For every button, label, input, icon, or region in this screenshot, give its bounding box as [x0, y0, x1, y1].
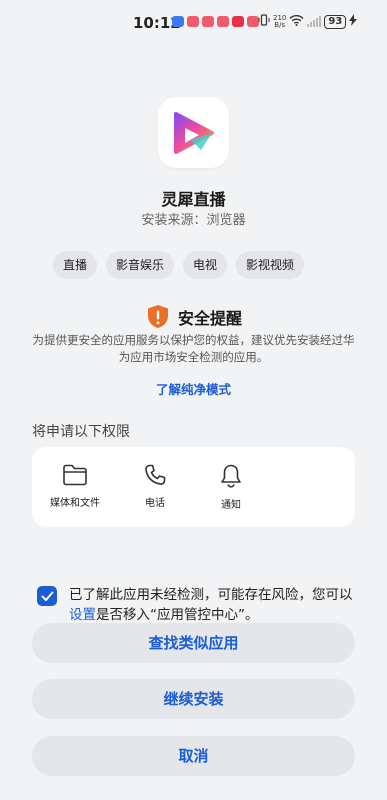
risk-acknowledgement: 已了解此应用未经检测，可能存在风险，您可以设置是否移入“应用管控中心”。 — [37, 585, 357, 625]
permission-phone[interactable]: 电话 — [123, 463, 187, 509]
signal-icon — [307, 16, 322, 27]
app-name: 灵犀直播 — [161, 190, 226, 209]
notification-icons — [172, 16, 259, 27]
app-notification-icon — [202, 16, 214, 27]
acknowledge-text-after: 是否移入“应用管控中心”。 — [96, 607, 259, 623]
install-source: 安装来源：浏览器 — [141, 213, 246, 228]
acknowledge-text-before: 已了解此应用未经检测，可能存在风险，您可以 — [69, 587, 353, 603]
net-speed-unit: B/s — [274, 20, 286, 29]
permissions-card: 媒体和文件 电话 通知 — [32, 447, 355, 527]
play-logo-icon — [173, 111, 214, 154]
status-right: 210 B/s 93 — [258, 14, 358, 29]
app-notification-icon — [232, 16, 244, 27]
permission-label: 电话 — [145, 498, 165, 509]
safety-title: 安全提醒 — [178, 308, 243, 328]
battery-indicator: 93 — [324, 14, 347, 29]
permission-media-files[interactable]: 媒体和文件 — [43, 463, 107, 509]
permission-label: 通知 — [221, 500, 241, 511]
tag-item: 影视视频 — [236, 251, 305, 279]
permission-label: 媒体和文件 — [50, 498, 100, 509]
status-bar: 10:12 210 B/s 93 — [0, 0, 387, 40]
folder-icon — [63, 464, 87, 486]
app-notification-icon — [187, 16, 199, 27]
app-notification-icon — [217, 16, 229, 27]
learn-pure-mode-link[interactable]: 了解纯净模式 — [0, 379, 387, 398]
shield-alert-icon — [148, 305, 168, 328]
app-notification-icon — [172, 16, 184, 27]
acknowledge-checkbox[interactable] — [37, 586, 57, 606]
app-tags: 直播 影音娱乐 电视 影视视频 — [53, 251, 305, 279]
safety-description: 为提供更安全的应用服务以保护您的权益，建议优先安装经过华为应用市场安全检测的应用… — [32, 333, 355, 364]
app-icon — [158, 97, 229, 168]
permissions-title: 将申请以下权限 — [32, 424, 130, 440]
permission-notification[interactable]: 通知 — [199, 463, 263, 511]
settings-link[interactable]: 设置 — [69, 607, 96, 623]
safety-header: 安全提醒 — [147, 304, 242, 329]
tag-item: 直播 — [53, 251, 98, 279]
checkmark-icon — [41, 591, 53, 601]
charging-icon — [349, 14, 358, 29]
phone-icon — [145, 464, 166, 485]
bell-icon — [221, 464, 241, 488]
acknowledge-text: 已了解此应用未经检测，可能存在风险，您可以设置是否移入“应用管控中心”。 — [69, 585, 357, 625]
tag-item: 电视 — [183, 251, 228, 279]
vibrate-icon — [258, 14, 270, 29]
cancel-button[interactable]: 取消 — [32, 736, 355, 776]
tag-item: 影音娱乐 — [106, 251, 175, 279]
wifi-icon — [289, 14, 304, 29]
continue-install-button[interactable]: 继续安装 — [32, 679, 355, 719]
find-similar-apps-button[interactable]: 查找类似应用 — [32, 623, 355, 663]
net-speed: 210 B/s — [273, 14, 286, 29]
